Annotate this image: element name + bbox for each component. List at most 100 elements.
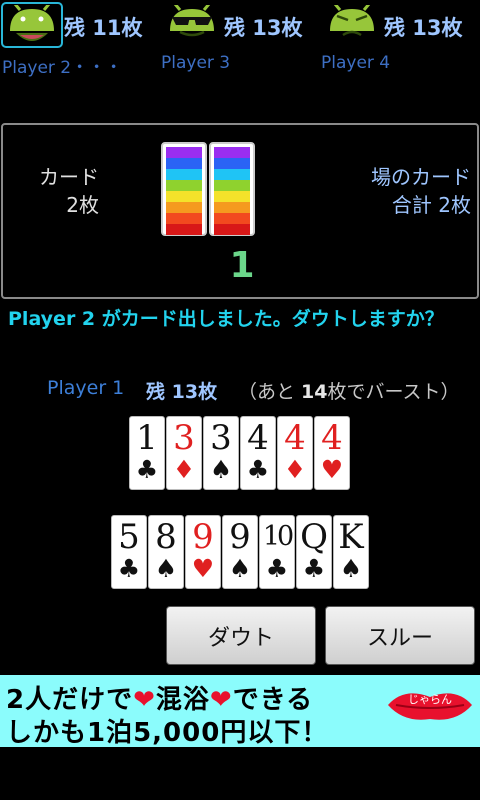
card-rank: 9 xyxy=(192,517,214,557)
card-rank: 9 xyxy=(229,517,251,557)
face-down-card xyxy=(161,142,207,236)
doubt-prompt-message: Player 2 がカード出しました。ダウトしますか？ xyxy=(8,304,444,331)
opponent-name: Player 3 xyxy=(161,53,231,73)
ad-line-2: しかも1泊5,000円以下！ xyxy=(6,718,329,748)
opponent-name: Player 4 xyxy=(321,53,391,73)
hand-card[interactable]: 1 ♣ xyxy=(129,416,165,490)
card-rank: 4 xyxy=(321,418,343,458)
opponent-name: Player 2・・・ xyxy=(2,58,123,78)
played-cards-count: 2枚 xyxy=(66,193,99,217)
count-value: 13 xyxy=(171,381,199,403)
field-total-count: 合計 2枚 xyxy=(391,193,471,217)
hand-card[interactable]: Q ♣ xyxy=(296,515,332,589)
play-field-panel: カード 2枚 1 場のカード 合計 2枚 xyxy=(1,123,479,299)
card-back-stripe xyxy=(214,180,250,191)
lips-logo-icon: じゃらん xyxy=(384,685,476,729)
card-back-stripe xyxy=(214,191,250,202)
card-back-stripe xyxy=(166,169,202,180)
hand-card[interactable]: 4 ♦ xyxy=(277,416,313,490)
burst-close: 枚でバースト） xyxy=(327,381,460,403)
card-suit-icon: ♣ xyxy=(117,554,141,583)
card-rank: 4 xyxy=(284,418,306,458)
played-cards-title: カード xyxy=(39,165,99,189)
card-back-stripe xyxy=(166,147,202,158)
count-suffix: 枚 xyxy=(198,381,218,403)
card-rank: 4 xyxy=(247,418,269,458)
hand-card[interactable]: 5 ♣ xyxy=(111,515,147,589)
ad-text: できる xyxy=(232,685,314,715)
player-name: Player 1 xyxy=(47,377,125,399)
card-rank: 1 xyxy=(136,418,158,458)
hand-card[interactable]: 4 ♥ xyxy=(314,416,350,490)
card-rank: 3 xyxy=(210,418,232,458)
hand-card[interactable]: 9 ♠ xyxy=(222,515,258,589)
burst-open: （あと xyxy=(238,381,302,403)
card-suit-icon: ♦ xyxy=(172,455,196,484)
doubt-button[interactable]: ダウト xyxy=(166,606,316,665)
ad-text: 2人だけで xyxy=(6,685,134,715)
burst-remaining: （あと 14枚でバースト） xyxy=(238,377,460,404)
burst-value: 14 xyxy=(301,381,328,403)
card-back-stripe xyxy=(214,224,250,235)
ad-banner[interactable]: 2人だけで❤混浴❤できる しかも1泊5,000円以下！ じゃらん xyxy=(0,675,480,748)
hand-card[interactable]: 8 ♠ xyxy=(148,515,184,589)
face-down-card xyxy=(209,142,255,236)
card-suit-icon: ♥ xyxy=(320,455,344,484)
field-total-title: 場のカード xyxy=(371,165,471,189)
card-back-stripe xyxy=(214,202,250,213)
message-player-name: Player 2 xyxy=(8,308,96,330)
card-back-stripe xyxy=(166,191,202,202)
android-happy-icon xyxy=(1,2,63,48)
pass-button[interactable]: スルー xyxy=(325,606,475,665)
opponent-player-2[interactable]: 残 11枚 Player 2・・・ xyxy=(0,0,160,78)
lips-logo-text: じゃらん xyxy=(408,693,452,706)
card-rank: 3 xyxy=(173,418,195,458)
card-suit-icon: ♠ xyxy=(228,554,252,583)
card-back-stripe xyxy=(166,180,202,191)
declared-rank: 1 xyxy=(229,245,255,286)
opponent-card-count: 残 11枚 xyxy=(64,16,143,40)
card-back-stripe xyxy=(166,158,202,169)
card-rank: 10 xyxy=(262,521,294,552)
field-total-label: 場のカード 合計 2枚 xyxy=(371,163,471,219)
count-prefix: 残 xyxy=(146,381,172,403)
card-rank: Q xyxy=(300,517,328,557)
message-text: がカード出しました。ダウトしますか？ xyxy=(95,308,444,330)
card-back-stripe xyxy=(214,158,250,169)
heart-icon: ❤ xyxy=(209,685,233,715)
card-suit-icon: ♣ xyxy=(135,455,159,484)
android-sunglasses-icon xyxy=(161,2,223,48)
hand-card[interactable]: K ♠ xyxy=(333,515,369,589)
hand-card[interactable]: 3 ♦ xyxy=(166,416,202,490)
hand-card[interactable]: 10 ♣ xyxy=(259,515,295,589)
card-rank: 8 xyxy=(155,517,177,557)
card-back-stripe xyxy=(166,202,202,213)
player-card-count: 残 13枚 xyxy=(146,377,217,404)
hand-card[interactable]: 9 ♥ xyxy=(185,515,221,589)
card-suit-icon: ♣ xyxy=(302,554,326,583)
card-back-stripe xyxy=(214,213,250,224)
hand-card[interactable]: 3 ♠ xyxy=(203,416,239,490)
played-cards-label: カード 2枚 xyxy=(39,163,99,219)
opponent-player-3[interactable]: 残 13枚 Player 3 xyxy=(160,0,320,78)
card-back-stripe xyxy=(214,169,250,180)
card-suit-icon: ♣ xyxy=(246,455,270,484)
opponent-player-4[interactable]: 残 13枚 Player 4 xyxy=(320,0,480,78)
hand-card[interactable]: 4 ♣ xyxy=(240,416,276,490)
opponent-card-count: 残 13枚 xyxy=(224,16,303,40)
ad-text: 混浴 xyxy=(155,685,210,715)
opponent-card-count: 残 13枚 xyxy=(384,16,463,40)
card-back-stripe xyxy=(166,213,202,224)
card-suit-icon: ♦ xyxy=(283,455,307,484)
card-suit-icon: ♣ xyxy=(265,554,289,583)
card-suit-icon: ♥ xyxy=(191,554,215,583)
heart-icon: ❤ xyxy=(133,685,156,715)
ad-line-1: 2人だけで❤混浴❤できる xyxy=(6,679,313,716)
card-suit-icon: ♠ xyxy=(209,455,233,484)
card-suit-icon: ♠ xyxy=(154,554,178,583)
card-suit-icon: ♠ xyxy=(339,554,363,583)
card-back-stripe xyxy=(166,224,202,235)
card-back-stripe xyxy=(214,147,250,158)
card-rank: 5 xyxy=(118,517,140,557)
card-rank: K xyxy=(338,517,364,557)
